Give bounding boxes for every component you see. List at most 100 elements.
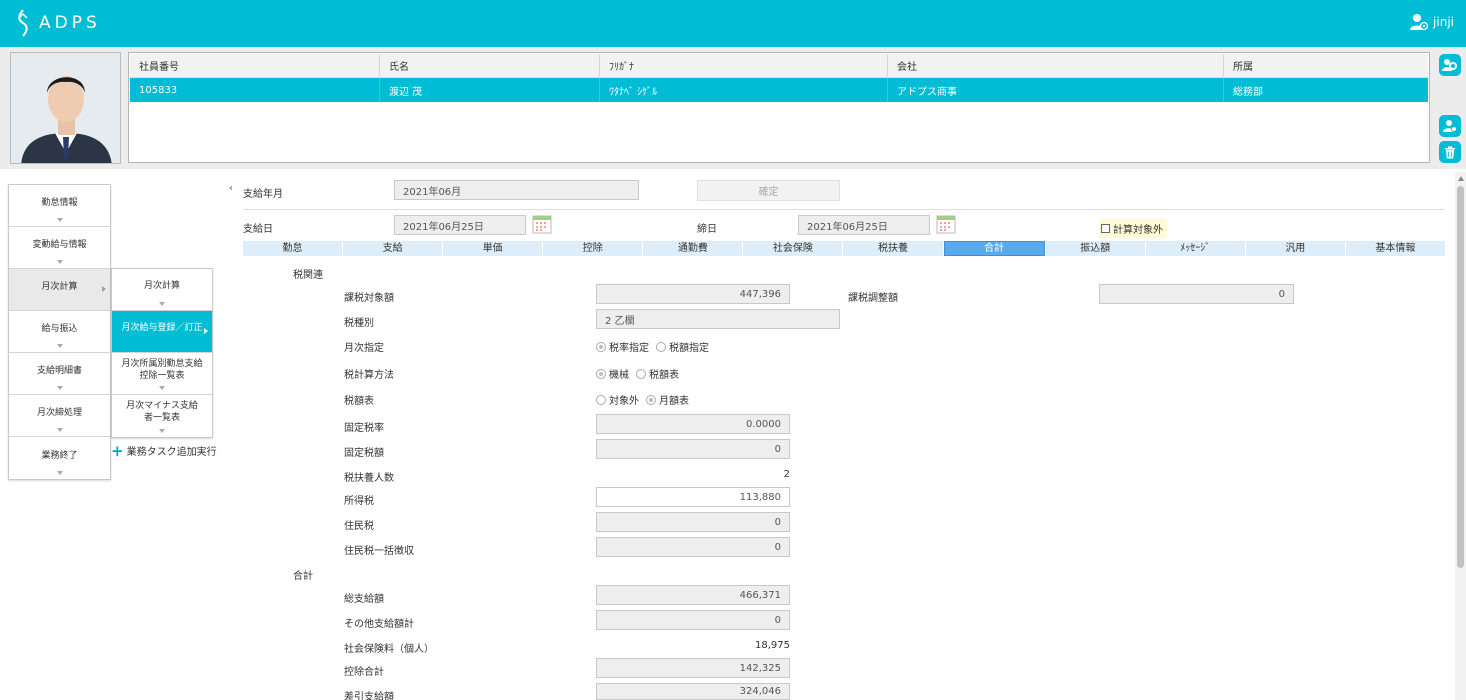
header-company[interactable]: 会社: [888, 54, 1224, 77]
tab-attendance[interactable]: 勤怠: [243, 241, 343, 256]
chevron-down-icon: [56, 218, 63, 222]
other-pay-label: その他支給額計: [344, 619, 414, 630]
header-name[interactable]: 氏名: [380, 54, 600, 77]
taxable-input[interactable]: 447,396: [596, 284, 790, 304]
scroll-up-icon[interactable]: [1458, 176, 1464, 181]
deduction-total-input[interactable]: 142,325: [596, 658, 790, 678]
trash-icon: [1445, 146, 1455, 158]
pay-month-label: 支給年月: [243, 189, 283, 200]
pay-date-input[interactable]: 2021年06月25日: [394, 215, 526, 235]
scroll-thumb[interactable]: [1457, 186, 1464, 568]
menu-item-attendance[interactable]: 勤怠情報: [9, 185, 110, 227]
employee-photo: [10, 52, 121, 164]
resident-tax-label: 住民税: [344, 521, 374, 532]
app-logo[interactable]: ADPS: [14, 8, 101, 38]
employee-detail-button[interactable]: [1439, 115, 1461, 137]
header-employee-no[interactable]: 社員番号: [130, 54, 380, 77]
tab-total[interactable]: 合計: [943, 241, 1045, 256]
tax-adjust-input[interactable]: 0: [1099, 284, 1294, 304]
fixed-amount-label: 固定税額: [344, 448, 384, 459]
user-menu[interactable]: jinji: [1410, 13, 1454, 31]
employee-photo-image: [11, 53, 120, 163]
tax-type-select[interactable]: 2 乙欄: [596, 309, 840, 329]
main-menu: 勤怠情報 変動給与情報 月次計算 給与振込 支給明細書 月次締処理 業務終了: [8, 184, 111, 480]
social-insurance-value: 18,975: [755, 640, 790, 651]
app-header: ADPS jinji: [0, 0, 1466, 47]
radio-amount-spec[interactable]: 税額指定: [656, 339, 709, 354]
confirm-button[interactable]: 確定: [697, 180, 840, 201]
net-pay-label: 差引支給額: [344, 692, 394, 700]
tab-social-insurance[interactable]: 社会保険: [743, 241, 843, 256]
radio-tax-table[interactable]: 税額表: [636, 366, 679, 381]
chevron-down-icon: [56, 428, 63, 432]
calendar-icon[interactable]: [936, 214, 956, 234]
checkbox-box[interactable]: [1101, 224, 1110, 233]
resident-lump-input[interactable]: 0: [596, 537, 790, 557]
chevron-down-icon: [56, 260, 63, 264]
menu-item-variable-pay[interactable]: 変動給与情報: [9, 227, 110, 269]
totals-section-label: 合計: [293, 571, 313, 582]
monthly-spec-radio-group: 税率指定 税額指定: [596, 339, 716, 354]
chevron-down-icon: [159, 429, 165, 433]
menu-item-payslip[interactable]: 支給明細書: [9, 353, 110, 395]
vertical-scrollbar[interactable]: [1455, 172, 1466, 700]
radio-not-applicable[interactable]: 対象外: [596, 392, 639, 407]
tab-tax-dependents[interactable]: 税扶養: [843, 241, 943, 256]
chevron-down-icon: [56, 471, 63, 475]
submenu-item-monthly-calc[interactable]: 月次計算: [112, 269, 212, 311]
exclude-calc-checkbox[interactable]: 計算対象外: [1099, 219, 1167, 238]
user-name: jinji: [1433, 15, 1454, 29]
other-pay-input[interactable]: 0: [596, 610, 790, 630]
income-tax-input[interactable]: 113,880: [596, 487, 790, 507]
tax-method-radio-group: 機械 税額表: [596, 366, 686, 381]
cell-name: 渡辺 茂: [380, 78, 600, 102]
submenu-item-minus-list[interactable]: 月次マイナス支給者一覧表: [112, 395, 212, 437]
pay-month-input[interactable]: 2021年06月: [394, 180, 639, 200]
tab-deduction[interactable]: 控除: [543, 241, 643, 256]
calendar-icon[interactable]: [532, 214, 552, 234]
add-task-button[interactable]: + 業務タスク追加実行: [111, 443, 217, 458]
employee-search-button[interactable]: [1439, 54, 1461, 76]
fixed-rate-label: 固定税率: [344, 423, 384, 434]
gross-input[interactable]: 466,371: [596, 585, 790, 605]
fixed-rate-input[interactable]: 0.0000: [596, 414, 790, 434]
tab-message[interactable]: ﾒｯｾｰｼﾞ: [1145, 241, 1245, 256]
close-date-label: 締日: [697, 224, 717, 235]
tab-transfer-amount[interactable]: 振込額: [1045, 241, 1145, 256]
tab-general[interactable]: 汎用: [1245, 241, 1345, 256]
table-row[interactable]: 105833 渡辺 茂 ﾜﾀﾅﾍﾞ ｼｹﾞﾙ アドプス商事 総務部: [130, 78, 1428, 102]
header-furigana[interactable]: ﾌﾘｶﾞﾅ: [600, 54, 888, 77]
cell-furigana: ﾜﾀﾅﾍﾞ ｼｹﾞﾙ: [600, 78, 888, 102]
menu-item-monthly-close[interactable]: 月次締処理: [9, 395, 110, 437]
tab-payment[interactable]: 支給: [343, 241, 443, 256]
radio-machine[interactable]: 機械: [596, 366, 629, 381]
chevron-right-icon: [204, 328, 208, 334]
cell-company: アドプス商事: [888, 78, 1224, 102]
logo-icon: [18, 9, 28, 37]
tab-commute[interactable]: 通勤費: [643, 241, 743, 256]
radio-monthly-table[interactable]: 月額表: [646, 392, 689, 407]
submenu-item-dept-list[interactable]: 月次所属別勤怠支給控除一覧表: [112, 353, 212, 395]
tab-basic-info[interactable]: 基本情報: [1345, 241, 1445, 256]
net-pay-input[interactable]: 324,046: [596, 683, 790, 700]
logo-text: ADPS: [39, 13, 101, 33]
close-date-input[interactable]: 2021年06月25日: [798, 215, 930, 235]
taxable-label: 課税対象額: [344, 293, 394, 304]
header-department[interactable]: 所属: [1224, 54, 1428, 77]
dependents-value: 2: [783, 469, 790, 480]
cell-department: 総務部: [1233, 86, 1263, 98]
submenu-item-monthly-pay-edit[interactable]: 月次給与登録／訂正: [112, 311, 212, 353]
delete-button[interactable]: [1439, 141, 1461, 163]
deduction-total-label: 控除合計: [344, 667, 384, 678]
menu-item-monthly-calc[interactable]: 月次計算: [9, 269, 110, 311]
menu-item-transfer[interactable]: 給与振込: [9, 311, 110, 353]
users-search-icon: [1442, 59, 1457, 71]
divider: [243, 209, 1445, 210]
tab-unit-price[interactable]: 単価: [443, 241, 543, 256]
user-icon: [1410, 14, 1429, 31]
chevron-down-icon: [159, 302, 165, 306]
radio-rate-spec[interactable]: 税率指定: [596, 339, 649, 354]
resident-tax-input[interactable]: 0: [596, 512, 790, 532]
menu-item-end[interactable]: 業務終了: [9, 437, 110, 479]
fixed-amount-input[interactable]: 0: [596, 439, 790, 459]
